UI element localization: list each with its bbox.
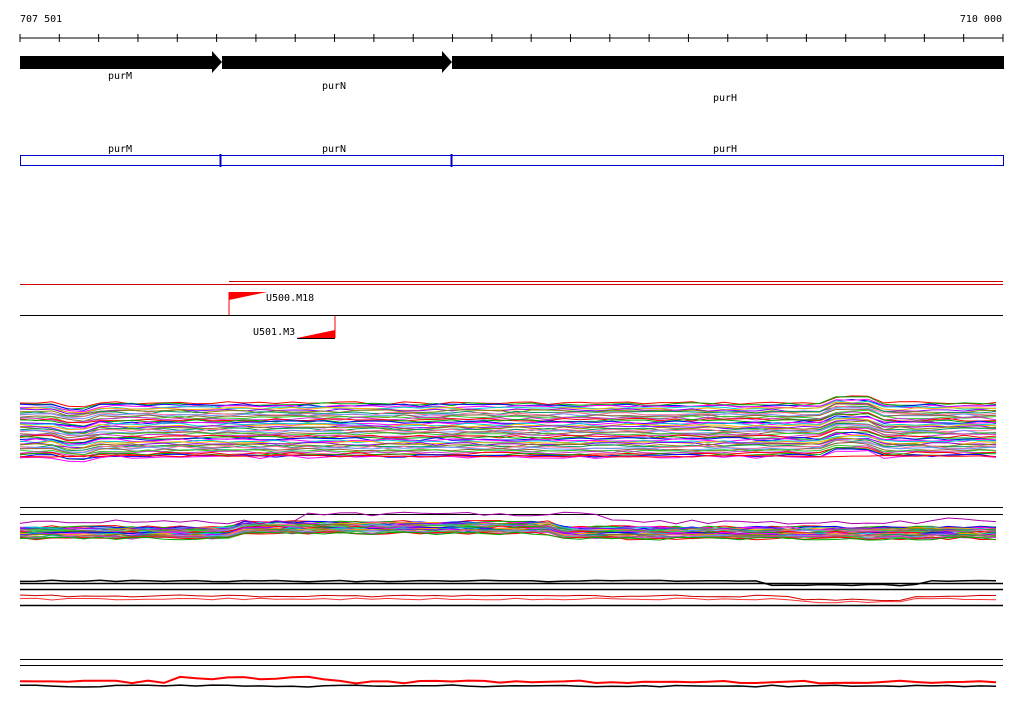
gene-label-purM: purM xyxy=(108,71,132,82)
gene-label-purN: purN xyxy=(322,81,346,92)
ruler-end-label: 710 000 xyxy=(960,14,1002,25)
profile-track-2 xyxy=(19,507,1003,541)
annotation-box[interactable] xyxy=(20,155,1004,166)
gene-purH-body[interactable] xyxy=(452,56,1004,69)
feature-U500-M18-marker[interactable] xyxy=(229,292,267,300)
gene-purN-body[interactable] xyxy=(222,56,442,69)
genome-browser-view: 707 501 710 000 purM purN purH purM purN… xyxy=(0,0,1024,714)
profile-track-3 xyxy=(19,579,1003,607)
profile-track-4 xyxy=(19,659,1003,688)
profile-line xyxy=(20,684,997,688)
annotation-label-purN: purN xyxy=(322,144,346,155)
gene-label-purH: purH xyxy=(713,93,737,104)
coordinate-ruler: 707 501 710 000 xyxy=(19,14,1004,42)
feature-track: U500.M18 U501.M3 xyxy=(20,281,1003,339)
profile-line xyxy=(19,597,997,604)
gene-purM-body[interactable] xyxy=(20,56,212,69)
annotation-label-purM: purM xyxy=(108,144,132,155)
annotation-track: purM purN purH xyxy=(20,144,1004,167)
gene-track: purM purN purH xyxy=(20,51,1004,104)
gene-purM-arrowhead xyxy=(212,51,222,73)
profile-line xyxy=(19,594,997,602)
annotation-label-purH: purH xyxy=(713,144,737,155)
feature-U501-M3-marker[interactable] xyxy=(297,330,335,338)
ruler-start-label: 707 501 xyxy=(20,14,62,25)
feature-label-U500-M18: U500.M18 xyxy=(266,293,314,304)
profile-track-1 xyxy=(19,395,997,463)
feature-label-U501-M3: U501.M3 xyxy=(253,327,295,338)
profile-line xyxy=(19,675,997,685)
gene-purN-arrowhead xyxy=(442,51,452,73)
